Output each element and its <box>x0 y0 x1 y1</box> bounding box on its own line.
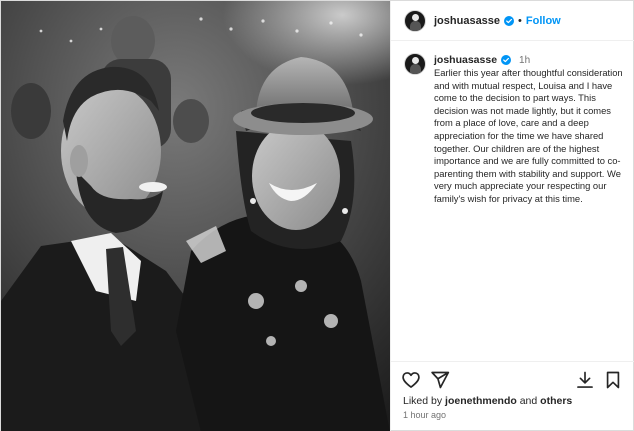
avatar[interactable] <box>404 9 426 32</box>
separator-dot: • <box>518 14 522 27</box>
avatar-head <box>412 13 419 21</box>
heart-icon[interactable] <box>401 370 421 390</box>
username-link[interactable]: joshuasasse <box>434 15 500 27</box>
avatar-body <box>410 64 421 74</box>
post-timestamp: 1 hour ago <box>403 410 447 420</box>
follow-button[interactable]: Follow <box>526 15 561 27</box>
post-header: joshuasasse • Follow <box>391 1 634 41</box>
bookmark-icon[interactable] <box>603 370 623 390</box>
caption-text: Earlier this year after thoughtful consi… <box>434 67 623 204</box>
send-icon[interactable] <box>430 370 450 390</box>
instagram-post: joshuasasse • Follow joshuasasse 1h Earl… <box>0 0 634 431</box>
download-icon[interactable] <box>575 370 595 390</box>
caption: joshuasasse 1h Earlier this year after t… <box>404 53 629 206</box>
caption-time: 1h <box>519 54 531 66</box>
avatar-body <box>410 20 421 31</box>
likes-others-link[interactable]: others <box>540 395 572 407</box>
likes-summary: Liked by joenethmendo and others <box>403 395 572 407</box>
likes-prefix: Liked by <box>403 395 446 407</box>
caption-header: joshuasasse 1h <box>434 53 629 67</box>
caption-username-link[interactable]: joshuasasse <box>434 54 497 66</box>
verified-badge-icon <box>504 15 515 26</box>
divider <box>391 361 634 362</box>
caption-avatar[interactable] <box>404 53 426 75</box>
caption-body: joshuasasse 1h Earlier this year after t… <box>434 53 629 206</box>
post-side-panel: joshuasasse • Follow joshuasasse 1h Earl… <box>390 1 634 431</box>
couple-photo <box>1 1 390 431</box>
likes-and: and <box>516 395 541 407</box>
verified-badge-icon <box>501 55 512 65</box>
avatar-head <box>412 57 419 64</box>
liker-username-link[interactable]: joenethmendo <box>445 395 517 407</box>
post-photo[interactable] <box>1 1 390 431</box>
